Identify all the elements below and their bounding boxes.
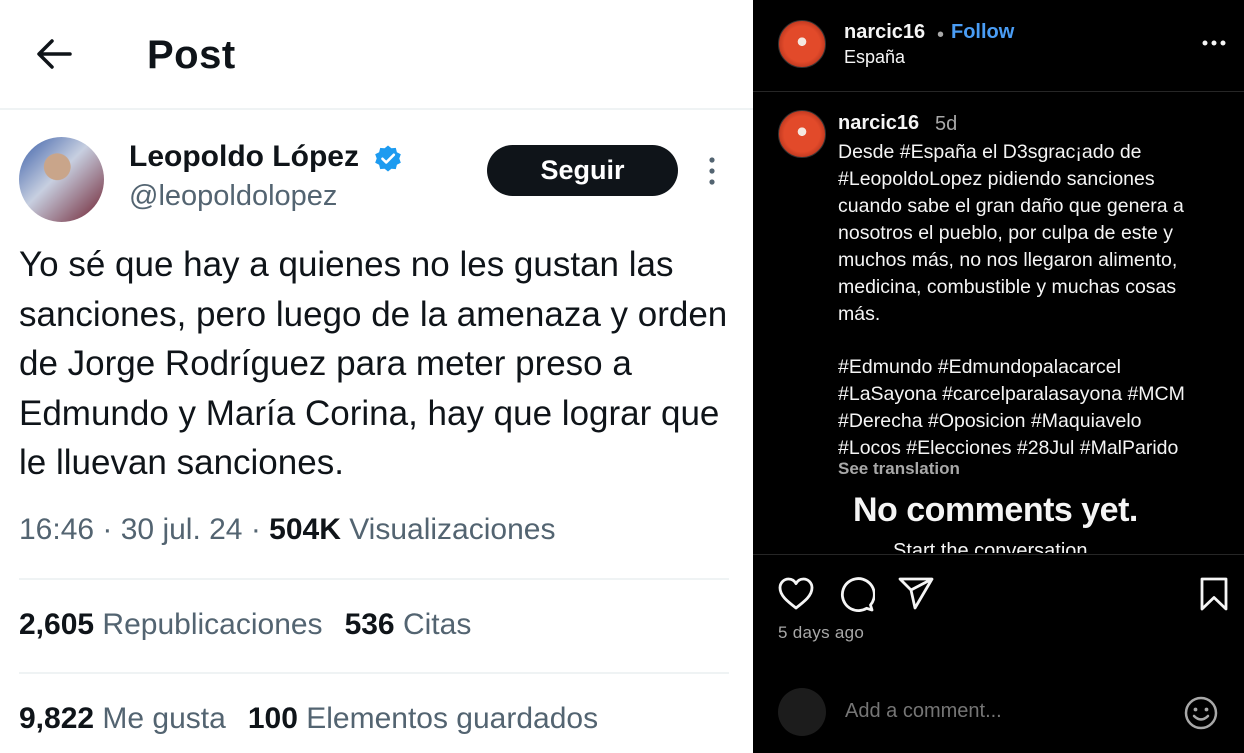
avatar[interactable] (778, 20, 826, 68)
action-bar: 5 days ago (753, 554, 1244, 753)
hashtag-line[interactable]: #Edmundo #Edmundopalacarcel (838, 354, 1238, 381)
no-comments-heading: No comments yet. (853, 491, 1138, 529)
likes-label[interactable]: Me gusta (102, 702, 225, 735)
likes-bookmarks-row: 9,822 Me gusta 100 Elementos guardados (19, 702, 598, 736)
post-date[interactable]: 5 days ago (778, 623, 864, 643)
hashtag-line[interactable]: #Locos #Elecciones #28Jul #MalParido (838, 435, 1238, 462)
quotes-label[interactable]: Citas (403, 608, 471, 641)
share-icon[interactable] (897, 575, 935, 613)
start-conversation-text: Start the conversation. (893, 540, 1094, 553)
hashtags: #Edmundo #Edmundopalacarcel #LaSayona #c… (838, 354, 1238, 462)
post-metadata: 16:46 · 30 jul. 24 · 504K Visualizacione… (19, 513, 555, 547)
caption-time: 5d (935, 113, 958, 135)
bookmark-icon[interactable] (1195, 575, 1233, 613)
x-post-screenshot: Post Leopoldo López @leopoldolopez Segui… (0, 0, 753, 753)
reposts-count[interactable]: 2,605 (19, 608, 94, 641)
separator-dot: • (937, 24, 945, 46)
author-avatar[interactable] (19, 137, 104, 222)
page-title: Post (147, 33, 236, 77)
caption-avatar[interactable] (778, 110, 826, 158)
hashtag-line[interactable]: #Derecha #Oposicion #Maquiavelo (838, 408, 1238, 435)
see-translation-link[interactable]: See translation (838, 459, 960, 479)
views-count: 504K (269, 513, 341, 546)
follow-button[interactable]: Seguir (487, 145, 678, 196)
caption-text: Desde #España el D3sgrac¡ado de #Leopold… (838, 141, 1184, 325)
follow-button[interactable]: Follow (951, 21, 1014, 44)
comment-icon[interactable] (837, 575, 875, 613)
more-icon[interactable] (1201, 38, 1227, 48)
comment-input[interactable] (845, 700, 1145, 723)
quotes-count[interactable]: 536 (345, 608, 395, 641)
instagram-post-panel: narcic16 • Follow España narcic16 5d Des… (753, 0, 1244, 753)
reposts-quotes-row: 2,605 Republicaciones 536 Citas (19, 608, 471, 642)
author-handle[interactable]: @leopoldolopez (129, 180, 337, 213)
heart-icon[interactable] (777, 575, 815, 613)
back-arrow-icon[interactable] (34, 34, 74, 74)
location-link[interactable]: España (844, 47, 905, 68)
username[interactable]: narcic16 (844, 21, 925, 44)
post-header: Post (0, 0, 753, 110)
caption-username[interactable]: narcic16 (838, 112, 919, 135)
bookmarks-label[interactable]: Elementos guardados (306, 702, 598, 735)
divider (19, 578, 729, 580)
post-timestamp[interactable]: 16:46 · 30 jul. 24 · (19, 513, 269, 546)
post-text: Yo sé que hay a quienes no les gustan la… (19, 245, 728, 482)
comment-bar (753, 665, 1244, 753)
hashtag-line[interactable]: #LaSayona #carcelparalasayona #MCM (838, 381, 1238, 408)
instagram-header: narcic16 • Follow España (753, 0, 1244, 92)
verified-badge-icon (375, 145, 401, 172)
more-options-icon[interactable] (700, 154, 724, 188)
reposts-label[interactable]: Republicaciones (102, 608, 322, 641)
author-name[interactable]: Leopoldo López (129, 140, 359, 174)
divider (19, 672, 729, 674)
views-label: Visualizaciones (349, 513, 556, 546)
bookmarks-count[interactable]: 100 (248, 702, 298, 735)
emoji-icon[interactable] (1183, 695, 1219, 731)
current-user-avatar (778, 688, 826, 736)
likes-count[interactable]: 9,822 (19, 702, 94, 735)
